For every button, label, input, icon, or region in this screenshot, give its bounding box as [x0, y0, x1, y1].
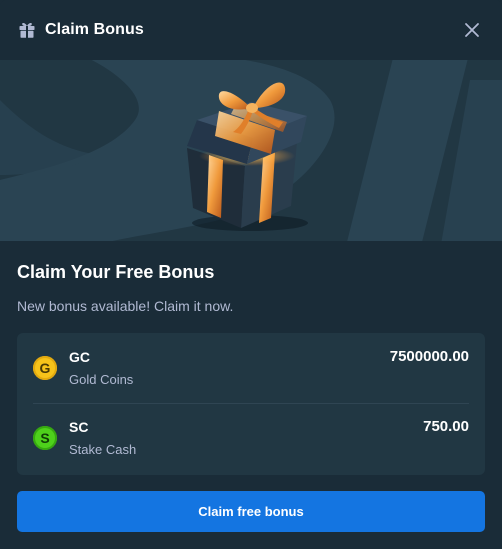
currency-row-sc: S SC Stake Cash 750.00 [33, 403, 469, 474]
currency-code: GC [69, 349, 90, 365]
currency-name: Gold Coins [69, 372, 134, 387]
close-icon[interactable] [464, 22, 480, 38]
gold-coin-icon: G [33, 356, 57, 380]
claim-bonus-modal: Claim Bonus Claim Your Free Bonus New bo… [0, 0, 502, 549]
modal-title: Claim Bonus [45, 21, 144, 38]
modal-header: Claim Bonus [0, 0, 502, 60]
close-button[interactable] [458, 16, 486, 44]
currency-name: Stake Cash [69, 442, 137, 457]
currency-row-gc: G GC Gold Coins 7500000.00 [33, 333, 469, 403]
stake-cash-coin-icon: S [33, 426, 57, 450]
gift-box-illustration [187, 82, 308, 231]
bonus-banner [0, 60, 502, 241]
currency-amount: 7500000.00 [389, 348, 469, 365]
claim-free-bonus-button[interactable]: Claim free bonus [17, 491, 485, 532]
bonus-subtext: New bonus available! Claim it now. [17, 298, 234, 314]
bonus-content: Claim Your Free Bonus New bonus availabl… [17, 241, 485, 315]
currency-amount: 750.00 [423, 418, 469, 435]
gift-icon [18, 21, 36, 39]
currency-code: SC [69, 419, 89, 435]
bonus-heading: Claim Your Free Bonus [17, 262, 215, 282]
bonus-balance-card: G GC Gold Coins 7500000.00 S SC Stake Ca… [17, 333, 485, 475]
